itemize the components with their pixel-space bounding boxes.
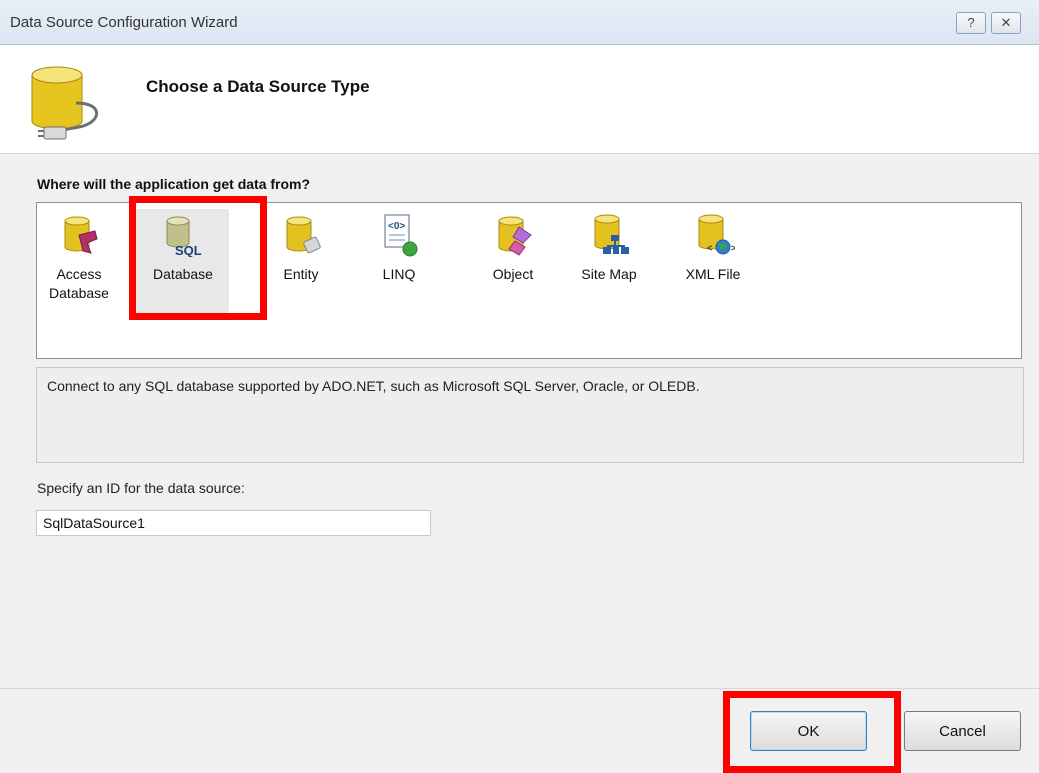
ok-highlight-box (723, 691, 901, 773)
window-title: Data Source Configuration Wizard (10, 14, 238, 31)
list-item-label: LINQ (382, 266, 416, 282)
linq-icon: <0> (384, 214, 418, 257)
description-text: Connect to any SQL database supported by… (47, 378, 700, 394)
list-item-entity[interactable]: Entity (263, 213, 339, 284)
list-item-object[interactable]: Object (475, 213, 551, 284)
svg-text:>: > (731, 243, 735, 253)
data-source-question-label: Where will the application get data from… (37, 176, 311, 192)
close-icon: ✕ (1000, 15, 1012, 30)
database-highlight-box (129, 196, 267, 320)
footer-divider (0, 688, 1039, 689)
list-item-label: Entity (283, 266, 319, 282)
data-source-id-label: Specify an ID for the data source: (37, 480, 245, 496)
help-button[interactable]: ? (956, 12, 986, 34)
wizard-header: Choose a Data Source Type (0, 45, 1039, 154)
close-button[interactable]: ✕ (991, 12, 1021, 34)
entity-icon (286, 216, 321, 254)
page-title: Choose a Data Source Type (146, 77, 370, 96)
data-source-id-input[interactable] (36, 510, 431, 536)
list-item-label: Access Database (49, 266, 109, 301)
site-map-icon (594, 214, 629, 254)
description-box: Connect to any SQL database supported by… (36, 367, 1024, 463)
access-database-icon (64, 216, 98, 254)
data-source-wizard-icon (31, 66, 99, 140)
help-icon: ? (967, 15, 975, 30)
list-item-linq[interactable]: <0> LINQ (361, 213, 437, 284)
object-icon (498, 216, 532, 256)
list-item-site-map[interactable]: Site Map (571, 213, 647, 284)
list-item-label: Site Map (581, 266, 637, 282)
list-item-label: XML File (685, 266, 741, 282)
xml-file-icon: < > (698, 214, 735, 255)
list-item-access-database[interactable]: Access Database (41, 213, 117, 303)
svg-text:<: < (707, 243, 712, 253)
title-bar: Data Source Configuration Wizard ? ✕ (0, 0, 1039, 45)
list-item-label: Object (492, 266, 534, 282)
cancel-button[interactable]: Cancel (904, 711, 1021, 751)
svg-text:<0>: <0> (388, 221, 405, 232)
list-item-xml-file[interactable]: < > XML File (675, 213, 751, 284)
